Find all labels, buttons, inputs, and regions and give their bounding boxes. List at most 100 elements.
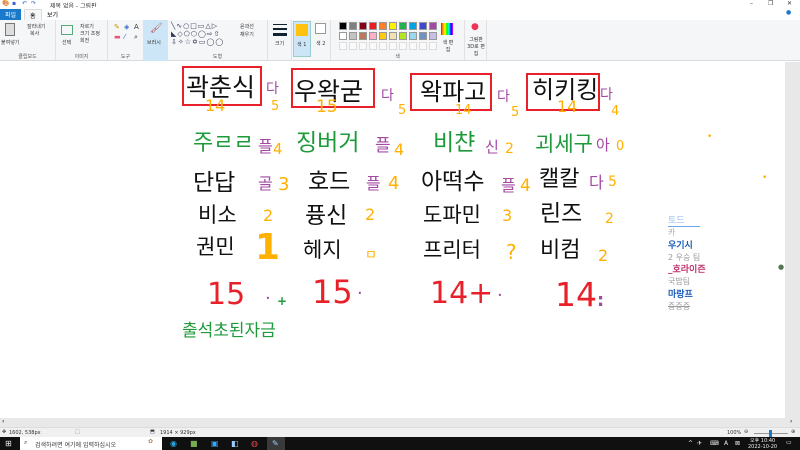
- outline-button[interactable]: 윤곽선: [240, 23, 254, 30]
- scroll-right-icon[interactable]: ›: [790, 418, 792, 425]
- empty-color-swatch[interactable]: [339, 42, 347, 50]
- team-total: 14: [555, 275, 597, 314]
- ime-mode-icon[interactable]: ⊠: [735, 440, 740, 447]
- keyboard-icon[interactable]: ⌨: [710, 440, 719, 447]
- horizontal-scrollbar[interactable]: ‹ ›: [0, 418, 800, 427]
- color-swatch[interactable]: [339, 22, 347, 30]
- player-num: 2: [263, 206, 274, 225]
- tray-app-icon[interactable]: ✈: [697, 440, 702, 447]
- redo-icon[interactable]: ↷: [31, 0, 36, 7]
- color-swatch[interactable]: [349, 32, 357, 40]
- color-swatch[interactable]: [379, 32, 387, 40]
- edge-icon[interactable]: ◉: [170, 439, 177, 448]
- player-name: 캘칼: [539, 167, 580, 192]
- crop-button[interactable]: 자르기: [80, 23, 94, 30]
- player-name: 프리터: [423, 238, 481, 262]
- drawing-canvas[interactable]: [0, 62, 785, 418]
- player-num: 4: [388, 173, 400, 194]
- save-icon[interactable]: ▪: [12, 0, 16, 7]
- cut-button[interactable]: 잘라내기: [27, 23, 45, 30]
- eraser-icon[interactable]: ▬: [114, 33, 121, 41]
- select-button[interactable]: 선택: [62, 39, 71, 46]
- side-num: 4: [611, 104, 620, 119]
- color-swatch[interactable]: [429, 22, 437, 30]
- color-swatch[interactable]: [379, 22, 387, 30]
- color-swatch[interactable]: [369, 22, 377, 30]
- fill-button[interactable]: 채우기: [240, 31, 254, 38]
- color-swatch[interactable]: [389, 22, 397, 30]
- zoom-out-button[interactable]: ⊖: [744, 429, 748, 435]
- color-swatch[interactable]: [399, 22, 407, 30]
- color-swatch[interactable]: [419, 32, 427, 40]
- resize-button[interactable]: 크기 조정: [80, 30, 100, 37]
- empty-color-swatch[interactable]: [359, 42, 367, 50]
- minimize-button[interactable]: –: [750, 0, 753, 7]
- tools-label: 도구: [120, 54, 131, 60]
- empty-color-swatch[interactable]: [419, 42, 427, 50]
- magnifier-icon[interactable]: ⌕: [134, 33, 138, 42]
- undo-icon[interactable]: ↶: [22, 0, 27, 7]
- minecraft-icon[interactable]: ■: [190, 439, 198, 448]
- empty-color-swatch[interactable]: [429, 42, 437, 50]
- empty-color-swatch[interactable]: [379, 42, 387, 50]
- chrome-icon[interactable]: ◍: [251, 439, 258, 448]
- color-swatch[interactable]: [429, 32, 437, 40]
- player-name: 도파민: [423, 203, 481, 227]
- color-swatch[interactable]: [419, 22, 427, 30]
- size-button[interactable]: 크기: [268, 20, 292, 61]
- clock-date[interactable]: 2022-10-20: [748, 444, 777, 450]
- color-swatch[interactable]: [389, 32, 397, 40]
- player-name: 아떡수: [421, 169, 485, 195]
- color-picker-icon[interactable]: ⁄: [124, 33, 125, 41]
- color-swatch[interactable]: [409, 22, 417, 30]
- player-name: 비소: [198, 203, 237, 227]
- team-name: 왁파고: [420, 78, 487, 106]
- paint-taskbar-button[interactable]: ✎: [267, 437, 285, 450]
- zoom-slider-thumb[interactable]: [769, 430, 772, 437]
- start-button[interactable]: ⊞: [5, 439, 12, 448]
- player-name: 퓽신: [305, 203, 348, 229]
- maximize-button[interactable]: ❐: [768, 0, 773, 7]
- edit-colors-button[interactable]: 색 편집: [441, 39, 455, 53]
- edit-colors-icon[interactable]: [441, 23, 453, 35]
- zoom-in-button[interactable]: ⊕: [791, 429, 795, 435]
- close-button[interactable]: ✕: [787, 0, 792, 7]
- shapes-gallery[interactable]: ╲∿○□▭△▷ ◣◇⬠⬡◯⇨⇧ ⇩✧☆✡▭◯◯: [171, 22, 224, 46]
- search-box[interactable]: ⌕ 검색하려면 여기에 입력하십시오 ✿: [20, 437, 162, 450]
- color-swatch[interactable]: [359, 32, 367, 40]
- empty-color-swatch[interactable]: [399, 42, 407, 50]
- paste-button[interactable]: 붙여넣기: [1, 39, 19, 46]
- color-swatch[interactable]: [399, 32, 407, 40]
- color2-button[interactable]: 색 2: [313, 21, 329, 57]
- color-swatch[interactable]: [339, 32, 347, 40]
- text-icon[interactable]: A: [134, 23, 139, 31]
- notification-icon[interactable]: ▭: [786, 439, 792, 446]
- tab-file[interactable]: 파일: [0, 9, 22, 20]
- empty-color-swatch[interactable]: [409, 42, 417, 50]
- paint3d-button[interactable]: ● 그림판 3D로 편집: [465, 20, 487, 61]
- empty-color-swatch[interactable]: [349, 42, 357, 50]
- color1-button[interactable]: 색 1: [293, 21, 311, 57]
- empty-color-swatch[interactable]: [389, 42, 397, 50]
- vertical-scrollbar[interactable]: [785, 62, 800, 418]
- tray-chevron-icon[interactable]: ^: [688, 440, 693, 447]
- color-swatch[interactable]: [349, 22, 357, 30]
- copy-button[interactable]: 복사: [30, 30, 39, 37]
- clock-time[interactable]: 오후 10:40: [750, 437, 775, 444]
- rotate-button[interactable]: 회전: [80, 37, 89, 44]
- brush-button[interactable]: 🖌 브러시: [144, 20, 168, 61]
- pencil-icon[interactable]: ✎: [114, 23, 120, 31]
- ime-icon[interactable]: A: [724, 440, 728, 447]
- color-swatch[interactable]: [409, 32, 417, 40]
- notes-icon[interactable]: ◧: [231, 439, 239, 448]
- color-swatch[interactable]: [369, 32, 377, 40]
- empty-color-swatch[interactable]: [369, 42, 377, 50]
- help-icon[interactable]: ●: [786, 9, 791, 16]
- scroll-left-icon[interactable]: ‹: [2, 418, 4, 425]
- tab-home[interactable]: 홈: [24, 9, 42, 20]
- fill-icon[interactable]: ◈: [124, 23, 129, 31]
- color-swatch[interactable]: [359, 22, 367, 30]
- app-icon[interactable]: ▣: [211, 439, 219, 448]
- cursor-position: 1602, 538px: [9, 430, 41, 436]
- tab-view[interactable]: 보기: [42, 9, 63, 20]
